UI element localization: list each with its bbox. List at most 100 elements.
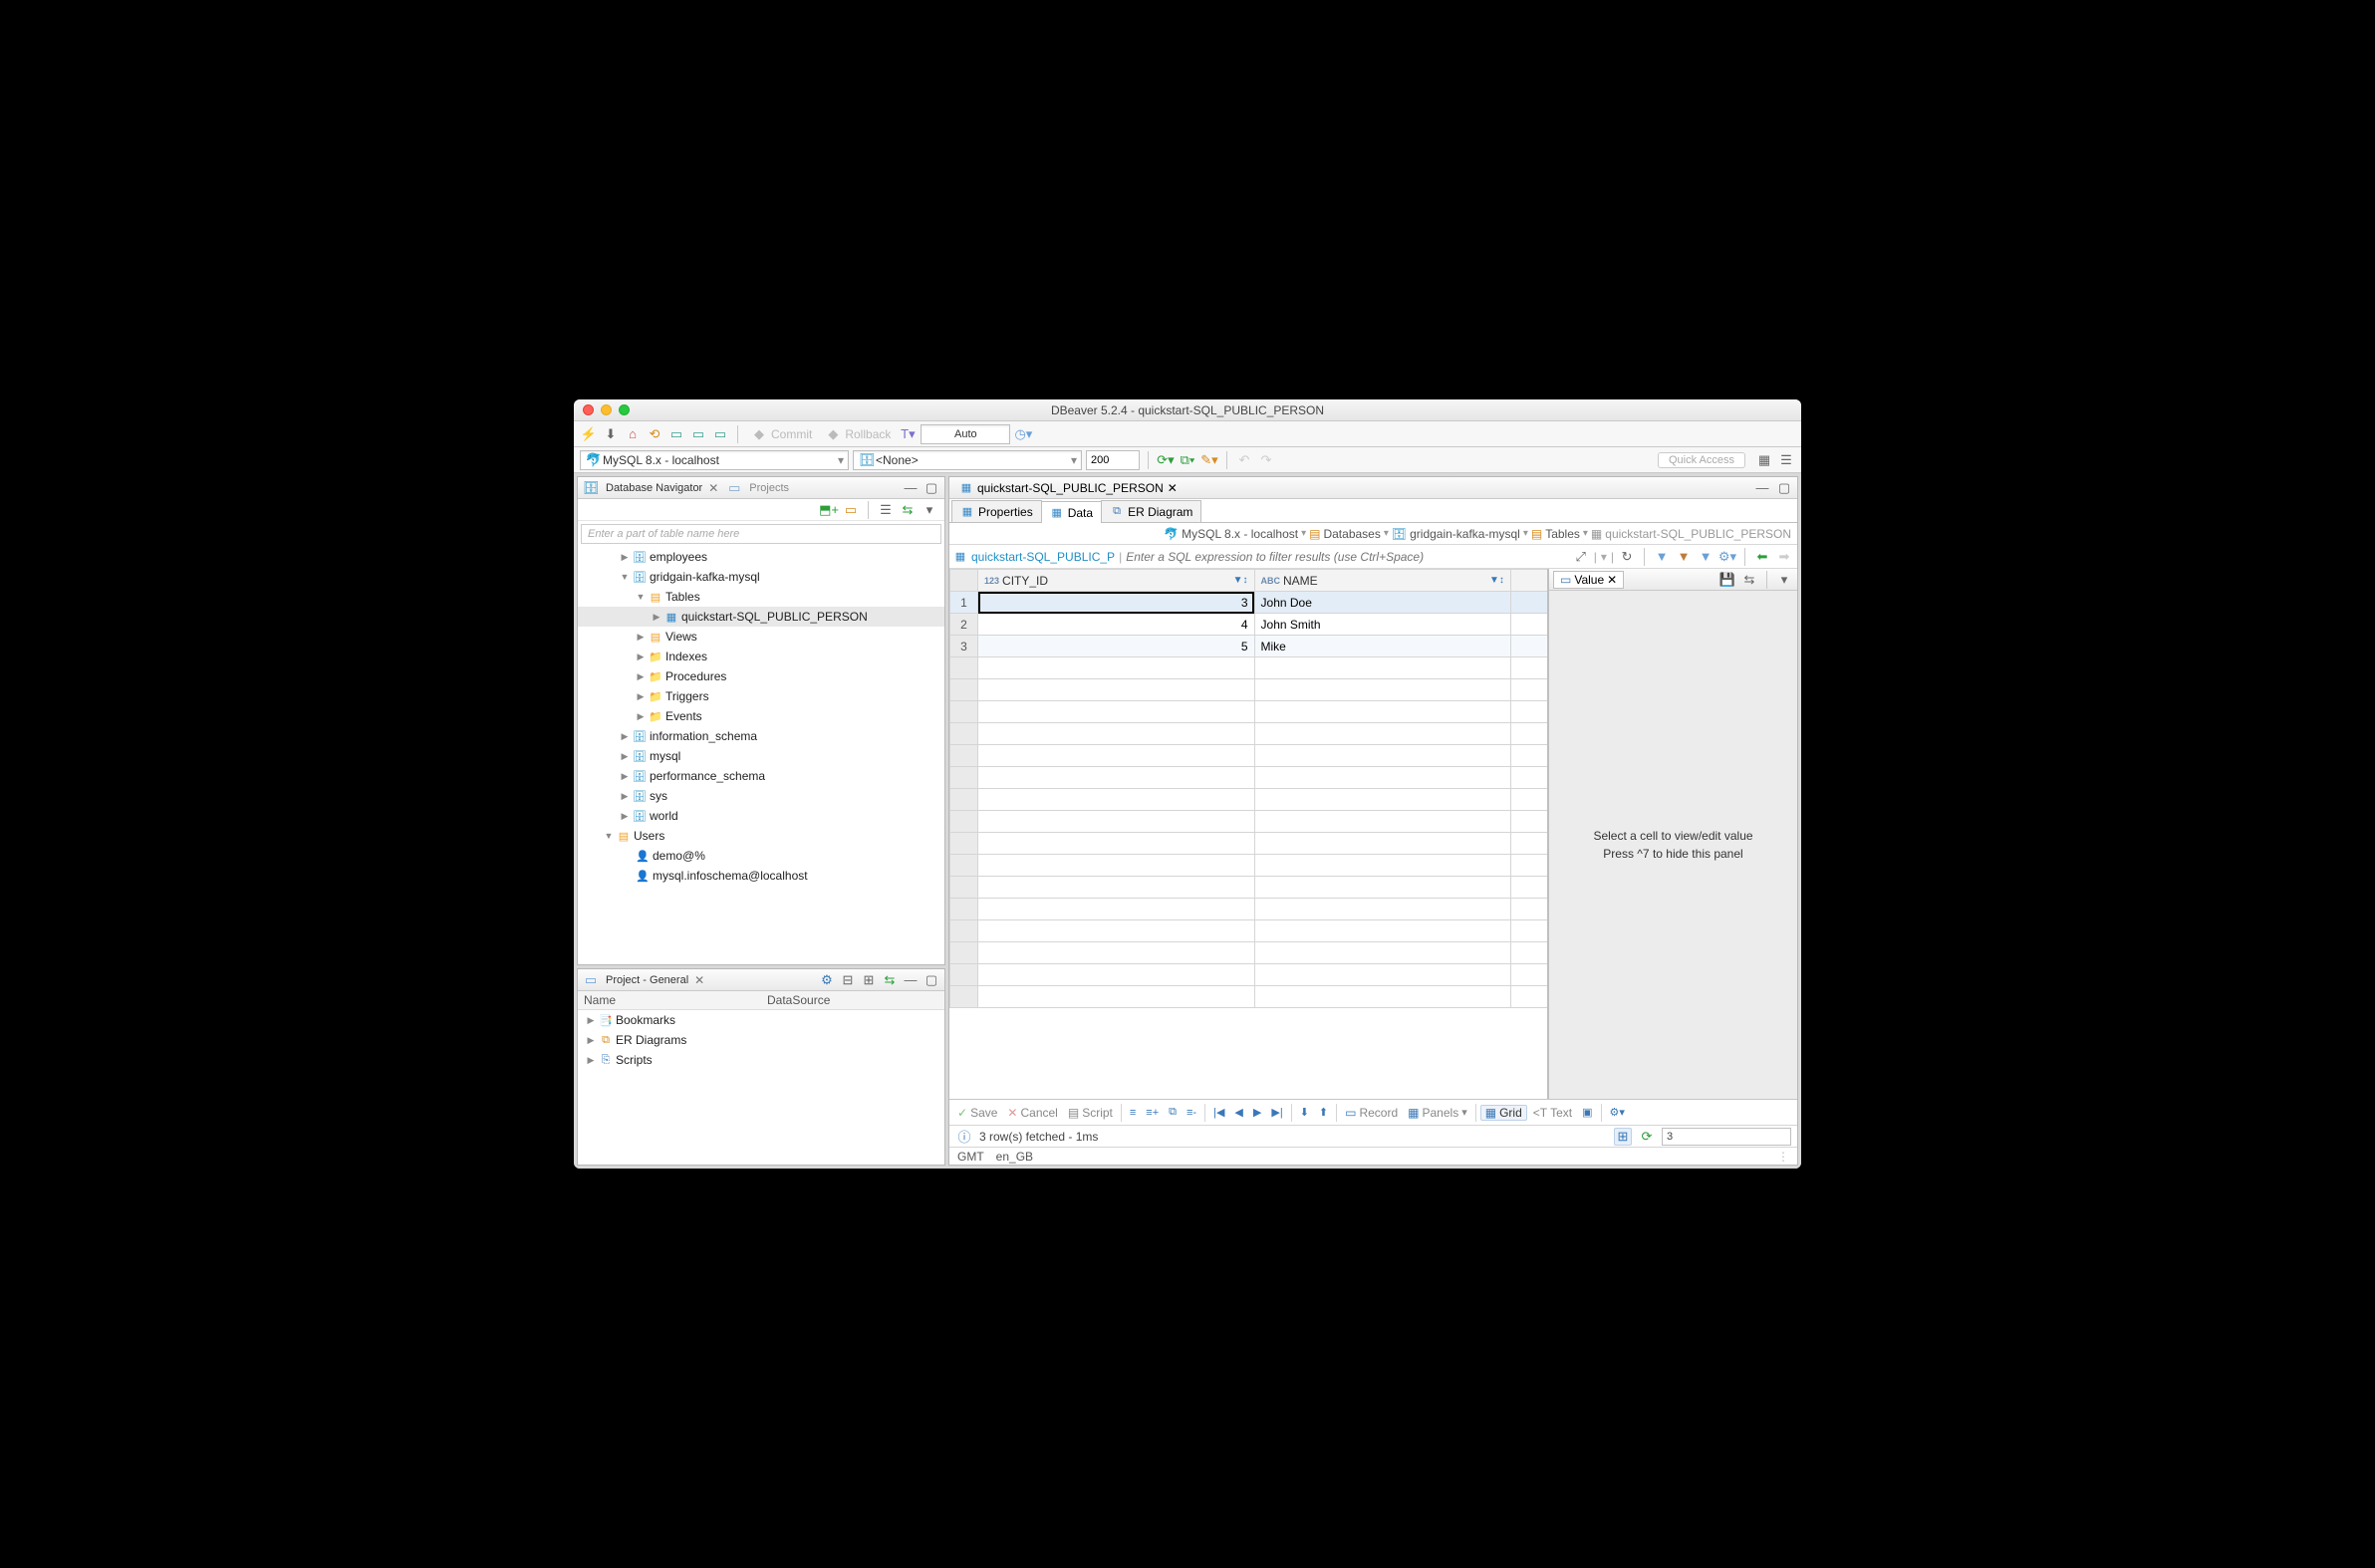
tree-indexes[interactable]: Indexes <box>665 650 707 663</box>
navigator-close-icon[interactable]: ✕ <box>708 481 718 495</box>
sql-editor-icon[interactable]: ▭ <box>667 425 685 443</box>
row-limit-input[interactable] <box>1086 450 1140 470</box>
database-combo[interactable]: 🗄 <None>▾ <box>853 450 1082 470</box>
export-icon[interactable]: ⬇ <box>1296 1106 1313 1119</box>
tree-views[interactable]: Views <box>665 630 697 644</box>
filter-input[interactable] <box>1126 547 1568 567</box>
stop-icon[interactable]: ⌂ <box>624 425 642 443</box>
project-link-icon[interactable]: ⇆ <box>881 971 899 989</box>
filter-custom-icon[interactable]: ▼ <box>1697 548 1715 566</box>
sql-new-icon[interactable]: ▭ <box>689 425 707 443</box>
navigator-search-input[interactable]: Enter a part of table name here <box>581 524 941 544</box>
tree-db-gridgain[interactable]: gridgain-kafka-mysql <box>650 570 760 584</box>
highlight-icon[interactable]: ✎▾ <box>1200 451 1218 469</box>
import-icon[interactable]: ⬆ <box>1315 1106 1332 1119</box>
settings-icon[interactable]: ⚙▾ <box>1606 1106 1629 1119</box>
minimize-panel-icon[interactable]: — <box>902 479 920 497</box>
row-3[interactable]: 35Mike <box>950 636 1548 657</box>
project-collapse-icon[interactable]: ⊟ <box>839 971 857 989</box>
value-auto-icon[interactable]: ⇆ <box>1740 571 1758 589</box>
tab-data[interactable]: ▦Data <box>1041 501 1102 523</box>
value-save-icon[interactable]: 💾 <box>1718 571 1736 589</box>
value-tab[interactable]: ▭Value✕ <box>1553 571 1624 589</box>
rollback-button[interactable]: ◆Rollback <box>820 425 895 443</box>
next-page-icon[interactable]: ▶ <box>1249 1106 1265 1119</box>
navigator-tree[interactable]: ▶🗄employees ▼🗄gridgain-kafka-mysql ▼▤Tab… <box>578 547 944 964</box>
project-min-icon[interactable]: — <box>902 971 920 989</box>
data-grid[interactable]: 123CITY_ID▼↕ ABCNAME▼↕ 13John Doe 24John… <box>949 569 1547 1008</box>
tree-db-world[interactable]: world <box>650 809 678 823</box>
project-col-datasource[interactable]: DataSource <box>761 991 944 1010</box>
refresh-interval-input[interactable]: 3 <box>1662 1128 1791 1146</box>
quick-access-input[interactable]: Quick Access <box>1658 452 1745 468</box>
tx-mode-icon[interactable]: T▾ <box>899 425 917 443</box>
tree-user-infoschema[interactable]: mysql.infoschema@localhost <box>653 869 808 883</box>
sql-recent-icon[interactable]: ▭ <box>711 425 729 443</box>
auto-refresh-icon[interactable]: ⟳ <box>1638 1128 1656 1146</box>
tree-db-perfschema[interactable]: performance_schema <box>650 769 765 783</box>
refresh-icon[interactable]: ⟳▾ <box>1157 451 1175 469</box>
project-er-diagrams[interactable]: ER Diagrams <box>616 1033 686 1047</box>
tree-triggers[interactable]: Triggers <box>665 689 709 703</box>
save-button[interactable]: ✓Save <box>953 1106 1001 1120</box>
calc-icon[interactable]: ▣ <box>1578 1106 1596 1119</box>
last-page-icon[interactable]: ▶| <box>1267 1106 1286 1119</box>
connection-combo[interactable]: 🐬 MySQL 8.x - localhost▾ <box>580 450 849 470</box>
copy-row-icon[interactable]: ⧉ <box>1165 1106 1181 1119</box>
disconnect-icon[interactable]: ⬇ <box>602 425 620 443</box>
tree-db-sys[interactable]: sys <box>650 789 667 803</box>
tree-tables[interactable]: Tables <box>665 590 700 604</box>
editor-tab-close-icon[interactable]: ✕ <box>1168 481 1178 495</box>
delete-row-icon[interactable]: ≡- <box>1183 1107 1200 1119</box>
tree-procedures[interactable]: Procedures <box>665 669 726 683</box>
editor-min-icon[interactable]: — <box>1753 479 1771 497</box>
filter-icon[interactable]: ☰ <box>877 501 895 519</box>
crumb-db[interactable]: 🗄gridgain-kafka-mysql▾ <box>1392 527 1528 541</box>
redo-icon[interactable]: ↷ <box>1257 451 1275 469</box>
editor-tab[interactable]: ▦ quickstart-SQL_PUBLIC_PERSON ✕ <box>953 478 1184 498</box>
new-folder-icon[interactable]: ▭ <box>842 501 860 519</box>
value-menu-icon[interactable]: ▾ <box>1775 571 1793 589</box>
new-connection-icon[interactable]: ⬒+ <box>820 501 838 519</box>
project-scripts[interactable]: Scripts <box>616 1053 653 1067</box>
filter-expand-icon[interactable]: ⤢ <box>1572 548 1590 566</box>
script-button[interactable]: ▤Script <box>1064 1106 1117 1120</box>
project-close-icon[interactable]: ✕ <box>694 973 704 987</box>
filter-settings-icon[interactable]: ⚙▾ <box>1718 548 1736 566</box>
view-menu-icon[interactable]: ▾ <box>921 501 938 519</box>
bug-icon[interactable]: ⧉▾ <box>1179 451 1196 469</box>
editor-max-icon[interactable]: ▢ <box>1775 479 1793 497</box>
row-count-icon[interactable]: ⊞ <box>1614 1128 1632 1146</box>
grid-view-button[interactable]: ▦Grid <box>1480 1105 1527 1121</box>
project-max-icon[interactable]: ▢ <box>923 971 940 989</box>
perspective-db-icon[interactable]: ▦ <box>1755 451 1773 469</box>
tab-er-diagram[interactable]: ⧉ER Diagram <box>1101 500 1201 522</box>
invalidate-icon[interactable]: ⟲ <box>646 425 663 443</box>
tree-user-demo[interactable]: demo@% <box>653 849 705 863</box>
edit-row-icon[interactable]: ≡ <box>1126 1107 1140 1119</box>
perspective-other-icon[interactable]: ☰ <box>1777 451 1795 469</box>
project-col-name[interactable]: Name <box>578 991 761 1010</box>
projects-tab[interactable]: Projects <box>746 482 792 494</box>
tx-log-icon[interactable]: ◷▾ <box>1014 425 1032 443</box>
tree-db-infoschema[interactable]: information_schema <box>650 729 757 743</box>
tree-table-person[interactable]: quickstart-SQL_PUBLIC_PERSON <box>681 610 868 624</box>
project-config-icon[interactable]: ⚙ <box>818 971 836 989</box>
filter-apply-icon[interactable]: ▼ <box>1653 548 1671 566</box>
row-2[interactable]: 24John Smith <box>950 614 1548 636</box>
panels-button[interactable]: ▦Panels ▾ <box>1404 1106 1471 1120</box>
tree-events[interactable]: Events <box>665 709 702 723</box>
first-page-icon[interactable]: |◀ <box>1209 1106 1228 1119</box>
project-bookmarks[interactable]: Bookmarks <box>616 1013 675 1027</box>
col-header-name[interactable]: ABCNAME▼↕ <box>1254 570 1510 592</box>
project-expand-icon[interactable]: ⊞ <box>860 971 878 989</box>
maximize-panel-icon[interactable]: ▢ <box>923 479 940 497</box>
crumb-tables[interactable]: ▤Tables▾ <box>1531 527 1588 541</box>
row-1[interactable]: 13John Doe <box>950 592 1548 614</box>
connect-icon[interactable]: ⚡ <box>580 425 598 443</box>
tree-db-employees[interactable]: employees <box>650 550 707 564</box>
nav-back-icon[interactable]: ⬅ <box>1753 548 1771 566</box>
link-editor-icon[interactable]: ⇆ <box>899 501 917 519</box>
filter-history-icon[interactable]: ↻ <box>1618 548 1636 566</box>
crumb-databases[interactable]: ▤Databases▾ <box>1309 527 1389 541</box>
